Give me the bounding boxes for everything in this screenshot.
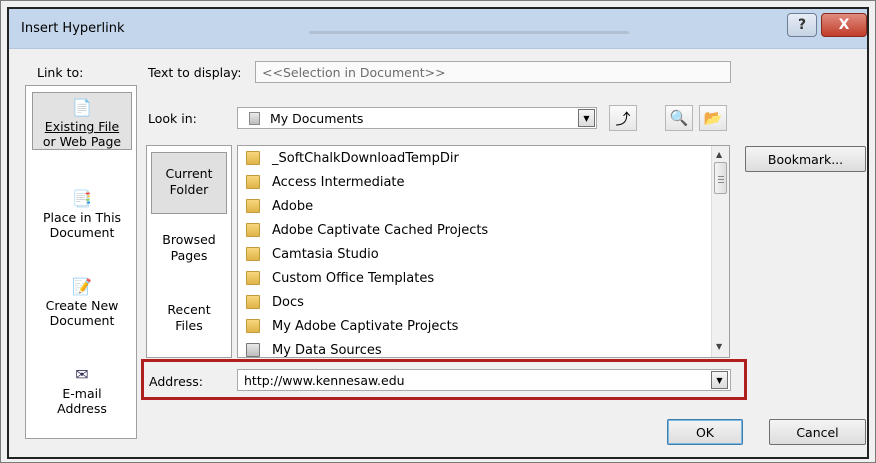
ok-button[interactable]: OK (667, 419, 743, 445)
file-name: Camtasia Studio (272, 246, 379, 262)
bookmark-button-label: Bookmark... (767, 151, 844, 167)
open-folder-icon: 📂 (703, 109, 723, 127)
link-to-place-line1: Place in This (42, 210, 122, 225)
look-in-value: My Documents (270, 111, 364, 126)
email-icon: ✉ (75, 365, 89, 384)
file-name: My Data Sources (272, 342, 382, 358)
ok-button-label: OK (695, 424, 715, 440)
cancel-button[interactable]: Cancel (769, 419, 866, 445)
scroll-up-icon[interactable]: ▲ (716, 150, 722, 159)
look-in-select[interactable]: My Documents (237, 107, 597, 129)
file-list-scrollbar[interactable]: ▲ ▼ (711, 146, 729, 357)
text-to-display-field[interactable]: <<Selection in Document>> (255, 61, 731, 83)
up-one-folder-button[interactable]: ⤴ (609, 105, 637, 131)
nav-current-folder[interactable]: Current Folder (151, 152, 227, 214)
address-value: http://www.kennesaw.edu (244, 373, 405, 388)
list-item[interactable]: Adobe Captivate Cached Projects (242, 218, 488, 242)
list-item[interactable]: Custom Office Templates (242, 266, 434, 290)
nav-recent-files[interactable]: Recent Files (151, 302, 227, 342)
data-source-icon (246, 343, 260, 357)
folder-icon (246, 247, 260, 261)
close-icon: X (838, 17, 850, 33)
link-to-existing-file-line1: Existing File (44, 119, 120, 134)
file-name: Docs (272, 294, 304, 310)
address-field[interactable]: http://www.kennesaw.edu (237, 369, 731, 391)
link-to-place-in-document[interactable]: 📑 Place in This Document (32, 190, 132, 248)
list-item[interactable]: Docs (242, 290, 304, 314)
browse-file-button[interactable]: 📂 (699, 105, 727, 131)
file-name: _SoftChalkDownloadTempDir (272, 150, 459, 166)
new-document-icon: 📝 (72, 277, 92, 296)
folder-icon (246, 175, 260, 189)
title-bar[interactable]: Insert Hyperlink ? X (9, 9, 867, 49)
nav-browsed-pages-line2: Pages (170, 248, 208, 263)
documents-folder-icon (249, 112, 260, 125)
link-to-create-new-document[interactable]: 📝 Create New Document (32, 278, 132, 336)
list-item[interactable]: Camtasia Studio (242, 242, 379, 266)
insert-hyperlink-dialog: Insert Hyperlink ? X Link to: 📄 Existing… (0, 0, 876, 463)
look-in-dropdown-arrow[interactable]: ▼ (578, 109, 595, 127)
link-to-email-line2: Address (57, 401, 107, 416)
folder-icon (246, 199, 260, 213)
document-globe-icon: 📄 (72, 98, 92, 117)
list-item[interactable]: My Data Sources (242, 338, 382, 358)
address-dropdown-arrow[interactable]: ▼ (711, 371, 728, 389)
browse-web-button[interactable]: 🔍 (665, 105, 693, 131)
link-to-panel: 📄 Existing File or Web Page 📑 Place in T… (25, 85, 137, 439)
link-to-existing-file-line2: or Web Page (42, 134, 122, 149)
link-to-email-address[interactable]: ✉ E-mail Address (32, 366, 132, 424)
file-name: My Adobe Captivate Projects (272, 318, 459, 334)
link-to-label: Link to: (37, 65, 84, 80)
folder-icon (246, 319, 260, 333)
file-list: _SoftChalkDownloadTempDir Access Interme… (237, 145, 730, 358)
location-nav: Current Folder Browsed Pages Recent File… (146, 145, 232, 358)
link-to-email-line1: E-mail (62, 386, 102, 401)
folder-icon (246, 151, 260, 165)
link-to-create-line2: Document (49, 313, 115, 328)
link-to-place-line2: Document (49, 225, 115, 240)
list-item[interactable]: Adobe (242, 194, 313, 218)
file-name: Adobe Captivate Cached Projects (272, 222, 489, 238)
cancel-button-label: Cancel (796, 424, 839, 440)
folder-icon (246, 295, 260, 309)
nav-current-folder-line2: Folder (169, 182, 209, 197)
link-to-create-line1: Create New (45, 298, 119, 313)
file-name: Custom Office Templates (272, 270, 435, 286)
bookmark-button[interactable]: Bookmark... (745, 146, 866, 172)
nav-recent-files-line1: Recent (167, 302, 211, 317)
browse-web-icon: 🔍 (669, 109, 689, 127)
text-to-display-label: Text to display: (148, 65, 242, 80)
document-place-icon: 📑 (72, 189, 92, 208)
scroll-down-icon[interactable]: ▼ (716, 342, 722, 351)
dialog-title: Insert Hyperlink (21, 21, 125, 36)
nav-current-folder-line1: Current (165, 166, 213, 181)
help-icon: ? (797, 17, 807, 33)
file-name: Adobe (272, 198, 314, 214)
folder-icon (246, 271, 260, 285)
nav-recent-files-line2: Files (175, 318, 203, 333)
look-in-label: Look in: (148, 111, 197, 126)
blurred-title-background (309, 31, 629, 34)
nav-browsed-pages[interactable]: Browsed Pages (151, 232, 227, 272)
address-label: Address: (149, 374, 203, 389)
help-button[interactable]: ? (787, 13, 817, 37)
scrollbar-thumb[interactable] (714, 162, 727, 194)
close-button[interactable]: X (821, 13, 867, 37)
link-to-existing-file[interactable]: 📄 Existing File or Web Page (32, 92, 132, 150)
list-item[interactable]: Access Intermediate (242, 170, 405, 194)
list-item[interactable]: My Adobe Captivate Projects (242, 314, 458, 338)
up-folder-icon: ⤴ (615, 109, 631, 128)
list-item[interactable]: _SoftChalkDownloadTempDir (242, 146, 459, 170)
file-name: Access Intermediate (272, 174, 405, 190)
folder-icon (246, 223, 260, 237)
nav-browsed-pages-line1: Browsed (162, 232, 216, 247)
